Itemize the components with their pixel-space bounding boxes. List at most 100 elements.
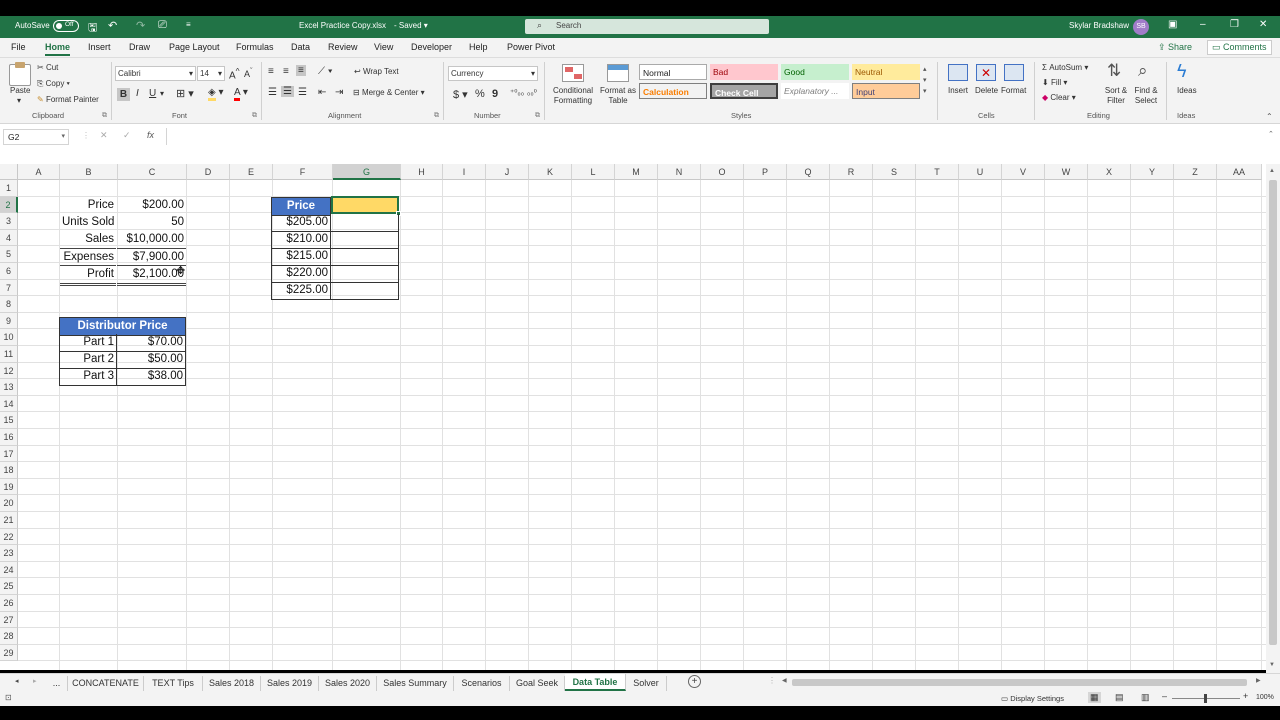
align-left-icon[interactable]: ☰ (268, 87, 277, 98)
row-header-17[interactable]: 17 (0, 445, 18, 463)
touch-mode-icon[interactable]: ⎚ (158, 19, 167, 32)
comma-style-button[interactable]: 9 (492, 88, 498, 100)
cell-b5[interactable]: Expenses (60, 248, 116, 266)
cut-button[interactable]: ✂ Cut (37, 63, 58, 72)
row-header-18[interactable]: 18 (0, 462, 18, 479)
number-launcher-icon[interactable]: ⧉ (535, 112, 540, 120)
sort-filter-button[interactable]: Sort & Filter (1103, 86, 1129, 106)
row-header-12[interactable]: 12 (0, 362, 18, 380)
column-header-e[interactable]: E (230, 164, 273, 180)
row-header-1[interactable]: 1 (0, 180, 18, 197)
add-sheet-icon[interactable]: + (688, 675, 701, 688)
accounting-format-button[interactable]: $ ▾ (453, 88, 468, 101)
confirm-entry-icon[interactable]: ✓ (123, 130, 131, 141)
next-sheet-icon[interactable]: ▸ (33, 677, 37, 685)
select-all-corner[interactable] (0, 164, 18, 180)
cell-c2[interactable]: $200.00 (117, 197, 186, 214)
column-header-d[interactable]: D (187, 164, 230, 180)
cell-b3[interactable]: Units Sold (60, 214, 116, 231)
cell-g6[interactable] (331, 265, 399, 283)
customize-qat-icon[interactable]: ≡ (186, 20, 191, 29)
cell-c11[interactable]: $50.00 (117, 351, 186, 369)
tab-draw[interactable]: Draw (129, 42, 150, 52)
column-header-r[interactable]: R (830, 164, 873, 180)
ideas-button[interactable]: Ideas (1177, 86, 1197, 95)
zoom-in-icon[interactable]: + (1243, 691, 1248, 701)
share-button[interactable]: ⇪ Share (1158, 42, 1192, 53)
column-header-b[interactable]: B (60, 164, 118, 180)
tab-file[interactable]: File (11, 42, 26, 52)
style-good[interactable]: Good (781, 64, 849, 80)
row-header-7[interactable]: 7 (0, 279, 18, 297)
delete-cells-icon[interactable]: ✕ (976, 64, 996, 81)
sheet-tab-sales-summary[interactable]: Sales Summary (377, 676, 454, 691)
sheet-tab-concatenate[interactable]: CONCATENATE (68, 676, 144, 691)
cell-f3[interactable]: $205.00 (271, 214, 331, 232)
saved-status[interactable]: - Saved ▾ (394, 21, 428, 30)
tab-data[interactable]: Data (291, 42, 310, 52)
sheet-tab-text-tips[interactable]: TEXT Tips (144, 676, 203, 691)
comments-button[interactable]: ▭ Comments (1207, 40, 1272, 55)
row-header-11[interactable]: 11 (0, 346, 18, 363)
row-header-8[interactable]: 8 (0, 296, 18, 313)
tab-formulas[interactable]: Formulas (236, 42, 274, 52)
column-header-a[interactable]: A (18, 164, 60, 180)
cell-g2-selected[interactable] (331, 196, 399, 214)
ribbon-display-icon[interactable]: ▣ (1168, 19, 1177, 30)
column-header-w[interactable]: W (1045, 164, 1088, 180)
column-header-k[interactable]: K (529, 164, 572, 180)
column-header-v[interactable]: V (1002, 164, 1045, 180)
column-header-j[interactable]: J (486, 164, 529, 180)
tab-home[interactable]: Home (45, 42, 71, 56)
column-header-l[interactable]: L (572, 164, 615, 180)
sheet-tab-sales-2020[interactable]: Sales 2020 (319, 676, 377, 691)
search-box[interactable]: ⌕ Search (525, 19, 769, 34)
column-header-m[interactable]: M (615, 164, 658, 180)
style-neutral[interactable]: Neutral (852, 64, 920, 80)
column-header-t[interactable]: T (916, 164, 959, 180)
row-header-16[interactable]: 16 (0, 429, 18, 446)
row-header-14[interactable]: 14 (0, 395, 18, 413)
worksheet-grid[interactable]: A B C D E F G H I J K L M N O P Q R S T U V W X Y Z AA 1 2 3 4 5 6 7 8 9 10… (0, 164, 1266, 670)
scroll-down-icon[interactable]: ▼ (1269, 662, 1275, 668)
tab-view[interactable]: View (374, 42, 393, 52)
row-header-4[interactable]: 4 (0, 229, 18, 247)
row-header-28[interactable]: 28 (0, 628, 18, 645)
row-header-2[interactable]: 2 (0, 196, 18, 214)
insert-cells-icon[interactable] (948, 64, 968, 81)
fill-color-icon[interactable]: ◈ ▾ (208, 87, 224, 101)
sheet-tab-goal-seek[interactable]: Goal Seek (510, 676, 565, 691)
tab-review[interactable]: Review (328, 42, 358, 52)
row-header-6[interactable]: 6 (0, 263, 18, 280)
alignment-launcher-icon[interactable]: ⧉ (434, 112, 439, 120)
row-header-5[interactable]: 5 (0, 246, 18, 263)
row-header-20[interactable]: 20 (0, 495, 18, 512)
zoom-level[interactable]: 100% (1256, 694, 1274, 701)
restore-icon[interactable]: ❐ (1230, 19, 1239, 30)
paste-button[interactable]: Paste (10, 86, 30, 95)
column-header-u[interactable]: U (959, 164, 1002, 180)
wrap-text-button[interactable]: ↩ Wrap Text (354, 67, 399, 76)
column-header-z[interactable]: Z (1174, 164, 1217, 180)
cell-b2[interactable]: Price (60, 197, 116, 214)
row-header-15[interactable]: 15 (0, 412, 18, 429)
fill-button[interactable]: ⬇ Fill ▾ (1042, 78, 1067, 87)
borders-icon[interactable]: ⊞ ▾ (176, 87, 194, 100)
tab-help[interactable]: Help (469, 42, 488, 52)
style-normal[interactable]: Normal (639, 64, 707, 80)
scroll-left-icon[interactable]: ◀ (782, 677, 787, 684)
zoom-slider-thumb[interactable] (1204, 694, 1207, 703)
clipboard-launcher-icon[interactable]: ⧉ (102, 112, 107, 120)
format-cells-icon[interactable] (1004, 64, 1024, 81)
column-header-h[interactable]: H (401, 164, 443, 180)
percent-style-button[interactable]: % (475, 88, 485, 100)
font-size-select[interactable]: 14 ▾ (197, 66, 225, 81)
format-as-table-icon[interactable] (607, 64, 629, 82)
cell-f5[interactable]: $215.00 (271, 248, 331, 266)
formula-input[interactable] (166, 128, 1266, 145)
row-header-13[interactable]: 13 (0, 379, 18, 396)
font-color-icon[interactable]: A ▾ (234, 87, 248, 101)
column-header-aa[interactable]: AA (1217, 164, 1262, 180)
expand-formula-bar-icon[interactable]: ⌃ (1268, 130, 1274, 138)
sheet-tab-more[interactable]: ... (46, 676, 68, 691)
